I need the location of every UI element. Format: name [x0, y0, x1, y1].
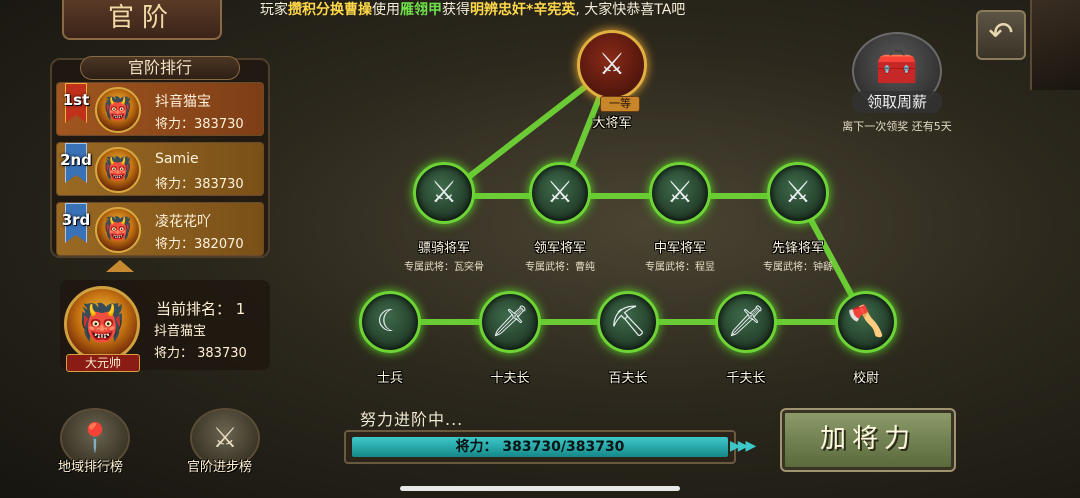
- rank-node-chiliarch[interactable]: 🗡: [715, 291, 777, 353]
- rank-label: 士兵: [376, 371, 403, 386]
- triple-swords-icon: ⚔: [546, 175, 574, 210]
- rank-label: 领军将军: [533, 241, 586, 256]
- grade-badge: 一等: [600, 96, 640, 112]
- rank-node-general-2[interactable]: ⚔: [529, 162, 591, 224]
- rank-label: 十夫长: [490, 371, 530, 386]
- rank-label: 先锋将军: [771, 241, 824, 256]
- rank-node-general-4[interactable]: ⚔: [767, 162, 829, 224]
- crossed-swords-icon: ⚔: [430, 175, 458, 210]
- pickaxe-icon: ⛏: [608, 304, 648, 339]
- add-power-button[interactable]: 加将力: [780, 408, 956, 472]
- broadsword-icon: 🗡: [726, 304, 766, 339]
- rank-label: 百夫长: [608, 371, 648, 386]
- crossed-swords-icon: ⚔: [666, 175, 694, 210]
- rank-node-general-1[interactable]: ⚔: [413, 162, 475, 224]
- progress-status: 努力进阶中...: [360, 410, 464, 429]
- rank-node-captain[interactable]: 🪓: [835, 291, 897, 353]
- rank-node-grand-general[interactable]: ⚔: [577, 30, 647, 100]
- rank-node-general-3[interactable]: ⚔: [649, 162, 711, 224]
- rank-label: 骠骑将军: [417, 241, 470, 256]
- exclusive-general: 专属武将：曹纯: [525, 262, 595, 273]
- rank-label: 千夫长: [726, 371, 766, 386]
- rank-node-soldier[interactable]: ☾: [359, 291, 421, 353]
- rank-node-centurion[interactable]: ⛏: [597, 291, 659, 353]
- home-indicator[interactable]: [400, 486, 680, 491]
- rank-node-squad-leader[interactable]: 🗡: [479, 291, 541, 353]
- rank-label: 大将军: [592, 116, 632, 131]
- rank-label: 校尉: [852, 371, 879, 386]
- exclusive-general: 专属武将：瓦突骨: [404, 262, 484, 273]
- dagger-icon: 🗡: [490, 304, 530, 339]
- rank-label: 中军将军: [653, 241, 706, 256]
- axe-icon: 🪓: [847, 304, 885, 339]
- exclusive-general: 专属武将：程昱: [645, 262, 715, 273]
- crown-helmet-icon: ⚔: [598, 47, 626, 82]
- progress-arrows-icon: ▶▶▶: [730, 438, 756, 454]
- sword-shield-icon: ⚔: [784, 175, 812, 210]
- sickle-icon: ☾: [376, 304, 404, 339]
- exclusive-general: 专属武将：钟繇: [763, 262, 833, 273]
- progress-label: 将力： 383730/383730: [455, 439, 625, 455]
